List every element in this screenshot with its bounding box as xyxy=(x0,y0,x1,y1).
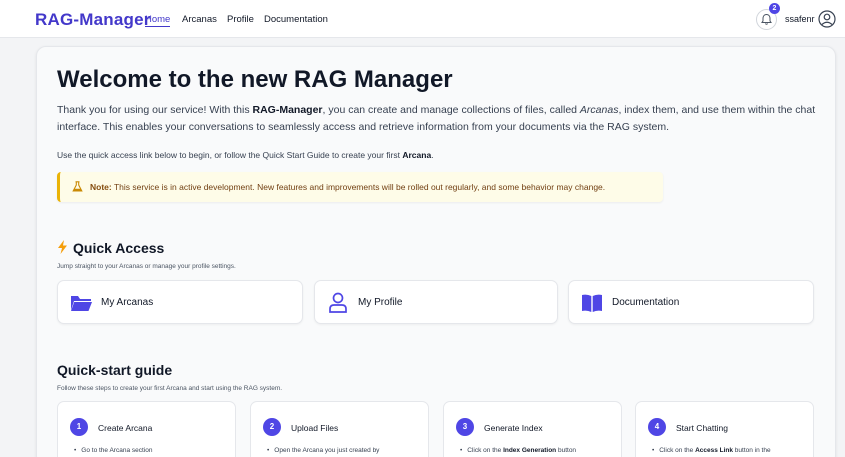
nav-link-home[interactable]: Home xyxy=(145,14,171,27)
documentation-label: Documentation xyxy=(612,297,680,308)
step-number: 2 xyxy=(263,418,281,436)
my-profile-label: My Profile xyxy=(358,297,403,308)
intro-paragraph: Thank you for using our service! With th… xyxy=(57,104,816,133)
step-number: 4 xyxy=(648,418,666,436)
nav-link-profile[interactable]: Profile xyxy=(227,14,254,25)
brand-logo[interactable]: RAG-Manager xyxy=(35,10,151,30)
step-number: 3 xyxy=(456,418,474,436)
documentation-link[interactable]: Documentation xyxy=(568,280,814,324)
step-card-start-chatting: 4 Start Chatting Click on the Access Lin… xyxy=(635,401,814,457)
quick-access-subtitle: Jump straight to your Arcanas or manage … xyxy=(57,263,236,270)
step-card-upload-files: 2 Upload Files Open the Arcana you just … xyxy=(250,401,429,457)
lightning-icon xyxy=(58,240,67,254)
step-description: Open the Arcana you just created by xyxy=(267,447,379,454)
guide-subtitle: Follow these steps to create your first … xyxy=(57,385,283,392)
my-profile-link[interactable]: My Profile xyxy=(314,280,558,324)
step-title: Start Chatting xyxy=(676,423,728,433)
top-navbar: RAG-Manager Home Arcanas Profile Documen… xyxy=(0,0,845,38)
step-description: Click on the Index Generation button xyxy=(460,447,576,454)
user-icon xyxy=(329,292,347,313)
user-avatar-icon[interactable] xyxy=(818,10,836,28)
quick-access-hint: Use the quick access link below to begin… xyxy=(57,150,434,160)
folder-open-icon xyxy=(71,296,92,311)
my-arcanas-link[interactable]: My Arcanas xyxy=(57,280,303,324)
step-title: Upload Files xyxy=(291,423,339,433)
note-text: Note: This service is in active developm… xyxy=(90,182,606,192)
my-arcanas-label: My Arcanas xyxy=(101,297,154,308)
nav-link-documentation[interactable]: Documentation xyxy=(264,14,328,25)
nav-link-arcanas[interactable]: Arcanas xyxy=(182,14,217,25)
step-description: Go to the Arcana section xyxy=(74,447,152,454)
guide-title: Quick-start guide xyxy=(57,362,173,378)
quick-access-title: Quick Access xyxy=(73,240,165,256)
page-title: Welcome to the new RAG Manager xyxy=(57,66,453,93)
step-title: Create Arcana xyxy=(98,423,153,433)
development-note: Note: This service is in active developm… xyxy=(57,172,663,202)
flask-icon xyxy=(72,181,83,192)
book-icon xyxy=(582,294,602,312)
step-card-create-arcana: 1 Create Arcana Go to the Arcana section xyxy=(57,401,236,457)
step-card-generate-index: 3 Generate Index Click on the Index Gene… xyxy=(443,401,622,457)
username-label[interactable]: ssafenr xyxy=(785,14,815,24)
step-number: 1 xyxy=(70,418,88,436)
step-title: Generate Index xyxy=(484,423,543,433)
notification-count-badge: 2 xyxy=(769,3,780,14)
step-description: Click on the Access Link button in the xyxy=(652,447,770,454)
